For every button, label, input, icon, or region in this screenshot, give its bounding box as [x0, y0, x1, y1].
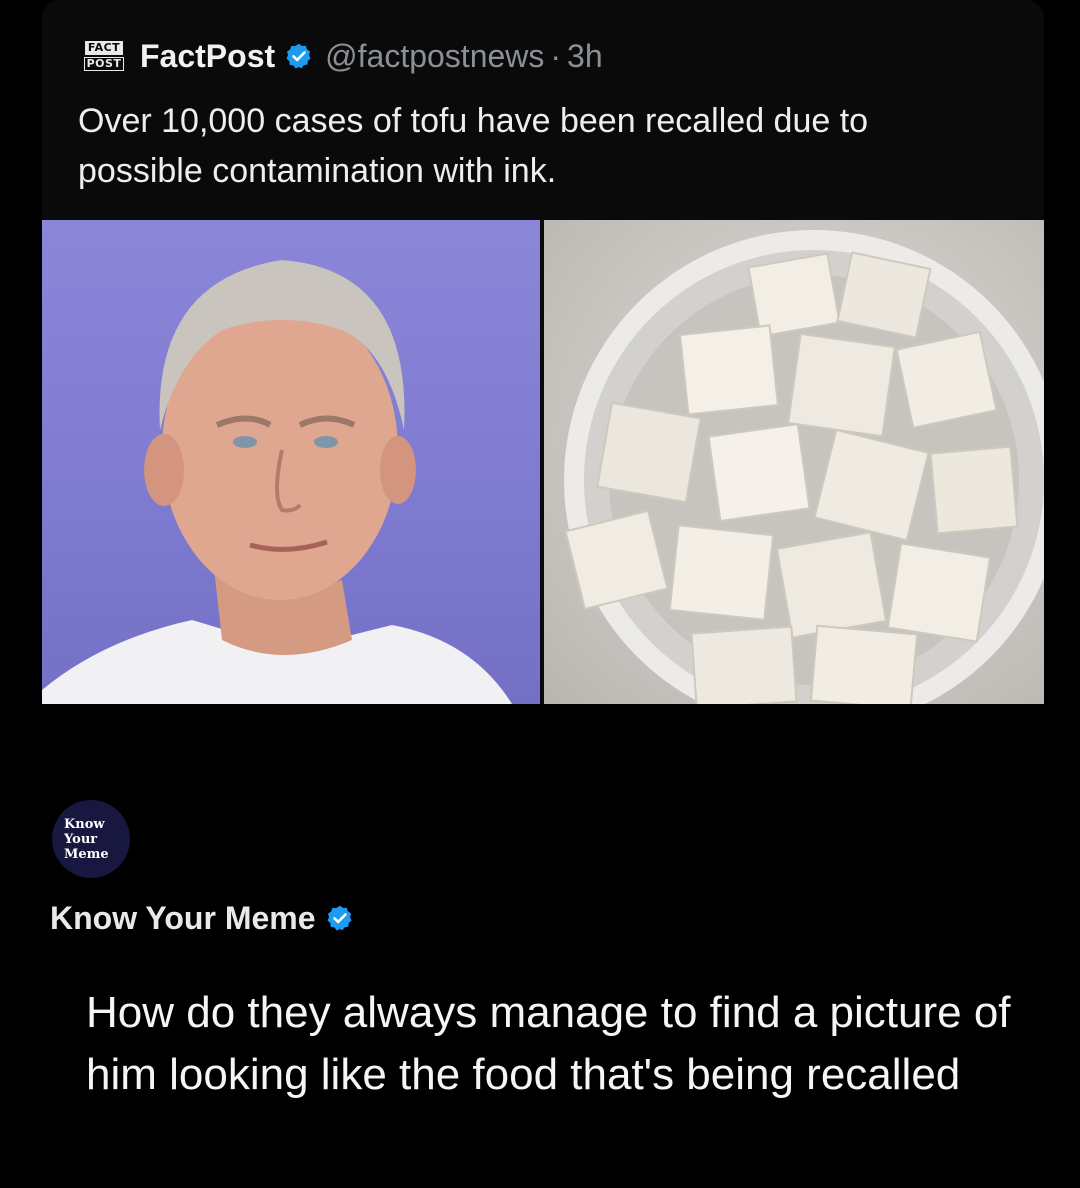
person-illustration [42, 260, 512, 704]
avatar-line-know: Know [64, 816, 105, 832]
person-photo[interactable] [42, 220, 540, 704]
verified-badge-icon [285, 42, 313, 70]
logo-line-post: POST [83, 57, 125, 71]
tweet-timestamp[interactable]: 3h [567, 38, 603, 75]
tweet-separator: · [550, 37, 562, 74]
tweet-handle[interactable]: @factpostnews [325, 38, 544, 75]
quoted-tweet-card[interactable]: FACT POST FactPost @factpostnews · 3h Ov… [42, 0, 1044, 704]
tweet-author-name[interactable]: FactPost [140, 38, 275, 75]
avatar-line-meme: Meme [64, 846, 109, 862]
verified-badge-icon [326, 904, 354, 932]
reply-author: Know Your Meme [50, 896, 354, 940]
reply-author-name[interactable]: Know Your Meme [50, 900, 316, 937]
logo-line-fact: FACT [84, 41, 124, 55]
avatar-line-your: Your [64, 831, 98, 847]
tofu-bowl-photo[interactable] [544, 220, 1044, 704]
tweet-media[interactable] [42, 220, 1044, 704]
factpost-logo[interactable]: FACT POST [82, 34, 126, 78]
tofu-illustration [564, 230, 1044, 704]
tweet-text: Over 10,000 cases of tofu have been reca… [78, 102, 869, 190]
tweet-header: FACT POST FactPost @factpostnews · 3h [82, 34, 603, 78]
know-your-meme-logo[interactable]: Know Your Meme [52, 800, 130, 878]
reply-text: How do they always manage to find a pict… [86, 988, 1011, 1099]
